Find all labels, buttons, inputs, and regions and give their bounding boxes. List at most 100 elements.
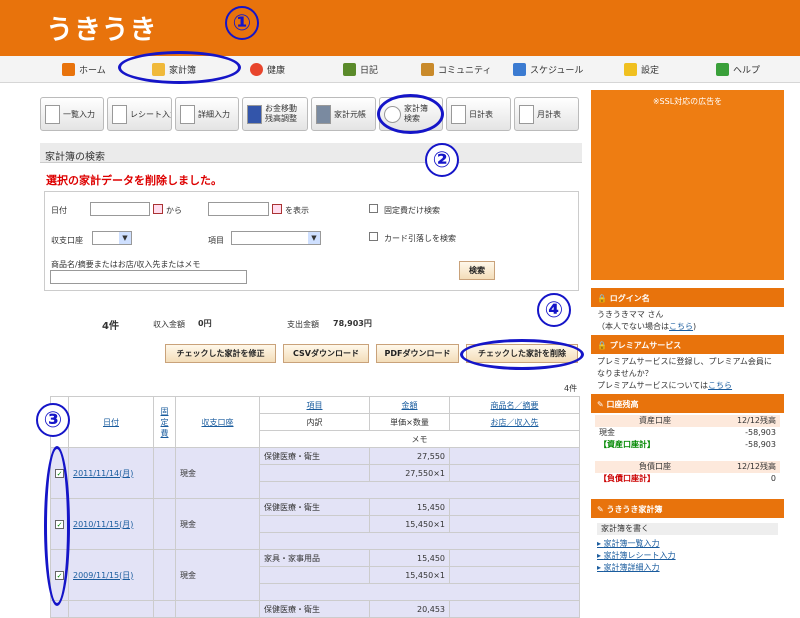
- row-fixed: [153, 549, 176, 601]
- sort-item-link[interactable]: 項目: [307, 401, 323, 410]
- link-detail-input[interactable]: ▸ 家計簿詳細入力: [597, 562, 778, 574]
- site-logo[interactable]: うきうき: [46, 8, 157, 47]
- tool-ledger[interactable]: 家計元帳: [311, 97, 376, 131]
- debt-total-row: 【負債口座計】 0: [599, 474, 776, 483]
- home-icon: [62, 63, 75, 76]
- table-row: ✓ 2010/11/15(月) 現金 保健医療・衛生 15,450: [50, 498, 580, 550]
- item-select[interactable]: ▼: [231, 231, 321, 245]
- nav-home[interactable]: ホーム: [62, 63, 106, 76]
- account-select[interactable]: ▼: [92, 231, 132, 245]
- dropdown-arrow-icon: ▼: [308, 232, 320, 244]
- table-count: 4件: [564, 384, 578, 393]
- balance-box: 資産口座 12/12残高 現金 -58,903 【資産口座計】 -58,903 負債口…: [591, 413, 784, 487]
- tool-daily-table[interactable]: 日計表: [446, 97, 511, 131]
- row-product: [449, 600, 580, 618]
- calendar-to-icon[interactable]: [272, 204, 282, 214]
- premium-more: プレミアムサービスについては: [597, 381, 709, 390]
- table-header-row: 日付 固定費 収支口座 項目 金額 商品名／摘要: [50, 396, 580, 448]
- row-fixed: [153, 498, 176, 550]
- results-table: 日付 固定費 収支口座 項目 金額 商品名／摘要 内訳 単価×数量 お店／収入先…: [50, 396, 580, 618]
- tool-list-input[interactable]: 一覧入力: [40, 97, 104, 131]
- ad-banner[interactable]: ※SSL対応の広告を: [591, 90, 784, 280]
- search-panel-title: 家計簿の検索: [40, 143, 582, 163]
- date-to-input[interactable]: [208, 202, 269, 216]
- tool-monthly-table[interactable]: 月計表: [514, 97, 579, 131]
- search-button[interactable]: 検索: [459, 261, 495, 280]
- dropdown-arrow-icon: ▼: [119, 232, 131, 244]
- lock-icon: 🔒: [597, 294, 607, 303]
- site-header: うきうき: [0, 0, 800, 56]
- memo-header: メモ: [259, 430, 580, 448]
- to-label: を表示: [285, 206, 309, 215]
- keyword-label: 商品名/摘要またはお店/収入先またはメモ: [51, 260, 201, 269]
- keyword-input[interactable]: [50, 270, 247, 284]
- date-from-input[interactable]: [90, 202, 150, 216]
- daily-table-icon: [451, 104, 466, 124]
- transfer-icon: [247, 104, 262, 124]
- nav-community[interactable]: コミュニティ: [421, 63, 491, 76]
- row-product: [449, 498, 580, 516]
- card-only-label: カード引落しを検索: [384, 234, 456, 243]
- result-count: 4件: [102, 321, 119, 332]
- login-user: うきうきママ さん: [597, 310, 664, 319]
- expense-label: 支出金額: [287, 320, 319, 329]
- sort-amount-link[interactable]: 金額: [402, 401, 418, 410]
- premium-icon: 🔒: [597, 341, 607, 350]
- row-amount: 15,450: [369, 498, 450, 516]
- nav-settings[interactable]: 設定: [624, 63, 659, 76]
- login-close: ): [693, 322, 697, 331]
- nav-diary[interactable]: 日記: [343, 63, 378, 76]
- row-unit: 15,450×1: [369, 566, 450, 584]
- login-switch-link[interactable]: こちら: [669, 322, 693, 331]
- monthly-table-icon: [519, 104, 534, 124]
- link-list-input[interactable]: ▸ 家計簿一覧入力: [597, 538, 778, 550]
- row-amount: 15,450: [369, 549, 450, 567]
- edit-checked-button[interactable]: チェックした家計を修正: [165, 344, 276, 363]
- premium-link[interactable]: こちら: [708, 381, 732, 390]
- tool-receipt-input[interactable]: レシート入力: [107, 97, 172, 131]
- row-shop: [449, 515, 580, 533]
- sort-shop-link[interactable]: お店／収入先: [491, 418, 539, 427]
- nav-help[interactable]: ヘルプ: [716, 63, 760, 76]
- row-product: [449, 549, 580, 567]
- sort-account-link[interactable]: 収支口座: [202, 418, 234, 427]
- income-value: 0円: [198, 319, 212, 328]
- annotation-3: ③: [36, 403, 70, 437]
- row-date-link[interactable]: 2011/11/14(月): [73, 469, 133, 478]
- row-breakdown: [259, 515, 370, 533]
- row-fixed: [153, 447, 176, 499]
- fixed-only-label: 固定費だけ検索: [384, 206, 440, 215]
- highlight-checkboxes: [44, 446, 70, 606]
- card-only-checkbox[interactable]: [369, 232, 378, 241]
- ledger-icon: [316, 104, 331, 124]
- nav-health[interactable]: 健康: [250, 63, 285, 76]
- sort-date-link[interactable]: 日付: [103, 418, 119, 427]
- breakdown-header: 内訳: [259, 413, 370, 431]
- highlight-search-tool: [377, 94, 444, 134]
- asset-head-row: 資産口座 12/12残高: [595, 415, 780, 427]
- nav-schedule[interactable]: スケジュール: [513, 63, 583, 76]
- delete-message: 選択の家計データを削除しました。: [46, 174, 222, 187]
- list-input-icon: [45, 104, 60, 124]
- tool-money-transfer[interactable]: お金移動 残高調整: [242, 97, 308, 131]
- row-item: 保健医療・衛生: [259, 498, 370, 516]
- kakeibo-box: 家計簿を書く ▸ 家計簿一覧入力 ▸ 家計簿レシート入力 ▸ 家計簿詳細入力: [591, 518, 784, 576]
- fixed-only-checkbox[interactable]: [369, 204, 378, 213]
- link-receipt-input[interactable]: ▸ 家計簿レシート入力: [597, 550, 778, 562]
- tool-detail-input[interactable]: 詳細入力: [175, 97, 239, 131]
- row-date-link[interactable]: 2009/11/15(日): [73, 571, 133, 580]
- annotation-4: ④: [537, 293, 571, 327]
- row-unit: 27,550×1: [369, 464, 450, 482]
- sort-product-link[interactable]: 商品名／摘要: [491, 401, 539, 410]
- highlight-kakeibo-tab: [118, 51, 241, 84]
- calendar-from-icon[interactable]: [153, 204, 163, 214]
- write-head: 家計簿を書く: [597, 523, 778, 535]
- cash-row: 現金 -58,903: [599, 428, 776, 437]
- pdf-download-button[interactable]: PDFダウンロード: [376, 344, 459, 363]
- sort-fixed-link[interactable]: 固定費: [161, 407, 169, 438]
- date-label: 日付: [51, 206, 67, 215]
- csv-download-button[interactable]: CSVダウンロード: [283, 344, 369, 363]
- account-label: 収支口座: [51, 236, 83, 245]
- row-date-link[interactable]: 2010/11/15(月): [73, 520, 133, 529]
- row-product: [449, 447, 580, 465]
